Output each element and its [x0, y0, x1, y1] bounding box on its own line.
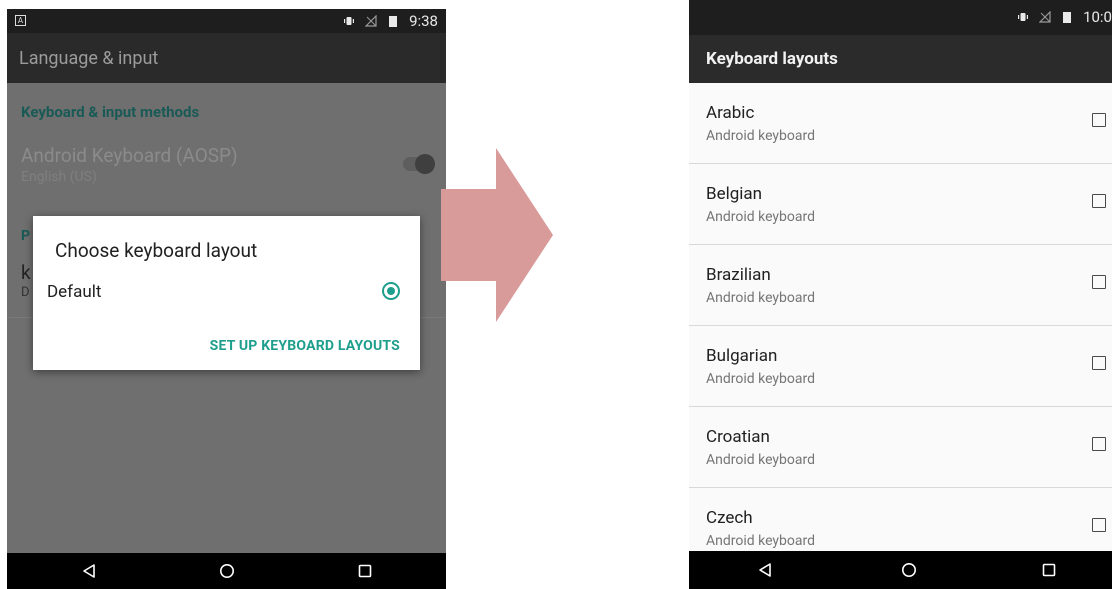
checkbox-icon[interactable]: [1092, 113, 1106, 127]
list-item[interactable]: Arabic Android keyboard: [689, 83, 1112, 164]
right-phone-screen: 10:0 Keyboard layouts Arabic Android key…: [689, 0, 1112, 589]
toolbar: Language & input: [7, 33, 446, 83]
layout-name: Czech: [706, 508, 753, 528]
checkbox-icon[interactable]: [1092, 518, 1106, 532]
layout-name: Croatian: [706, 427, 770, 447]
status-icons: 9:38: [343, 12, 438, 30]
layout-source: Android keyboard: [706, 209, 816, 225]
toolbar: Keyboard layouts: [689, 35, 1112, 83]
keyboard-toggle-knob[interactable]: [415, 154, 435, 174]
back-icon[interactable]: [81, 563, 97, 579]
checkbox-icon[interactable]: [1092, 194, 1106, 208]
section-header: Keyboard & input methods: [21, 103, 200, 121]
navigation-bar: [689, 551, 1112, 589]
back-icon[interactable]: [757, 562, 773, 578]
layout-name: Arabic: [706, 103, 755, 123]
keyboard-item-subtitle: English (US): [21, 169, 97, 185]
list-item[interactable]: Bulgarian Android keyboard: [689, 326, 1112, 407]
layout-source: Android keyboard: [706, 371, 816, 387]
no-signal-icon: [1039, 11, 1051, 23]
transition-arrow-icon: [441, 148, 553, 322]
toolbar-title: Language & input: [19, 48, 159, 69]
home-icon[interactable]: [901, 562, 917, 578]
toolbar-title: Keyboard layouts: [706, 49, 838, 69]
status-time: 10:0: [1083, 8, 1112, 26]
list-item[interactable]: Brazilian Android keyboard: [689, 245, 1112, 326]
obscured-item-title: k: [21, 261, 31, 284]
obscured-item-subtitle: D: [21, 285, 30, 300]
layout-name: Bulgarian: [706, 346, 778, 366]
recents-icon[interactable]: [357, 563, 373, 579]
layout-source: Android keyboard: [706, 128, 816, 144]
home-icon[interactable]: [219, 563, 235, 579]
navigation-bar: [7, 553, 446, 589]
status-time: 9:38: [409, 12, 438, 30]
recents-icon[interactable]: [1041, 562, 1057, 578]
default-layout-option[interactable]: Default: [47, 282, 101, 302]
notification-badge: A: [15, 15, 26, 26]
layout-source: Android keyboard: [706, 290, 816, 306]
battery-icon: [1063, 12, 1072, 23]
layout-source: Android keyboard: [706, 452, 816, 468]
setup-keyboard-layouts-button[interactable]: SET UP KEYBOARD LAYOUTS: [210, 338, 400, 354]
checkbox-icon[interactable]: [1092, 356, 1106, 370]
layout-name: Brazilian: [706, 265, 771, 285]
left-phone-screen: A 9:38 Language & input Keyboard & input…: [7, 9, 446, 589]
battery-icon: [389, 16, 398, 27]
status-bar: A 9:38: [7, 9, 446, 33]
status-icons: 10:0: [1017, 8, 1112, 26]
no-signal-icon: [365, 15, 377, 27]
layout-name: Belgian: [706, 184, 763, 204]
obscured-section-header: P: [21, 228, 31, 244]
list-item[interactable]: Croatian Android keyboard: [689, 407, 1112, 488]
vibrate-icon: [344, 17, 355, 25]
choose-layout-dialog: Choose keyboard layout Default SET UP KE…: [33, 216, 420, 370]
keyboard-layout-list: Arabic Android keyboard Belgian Android …: [689, 83, 1112, 569]
dialog-title: Choose keyboard layout: [55, 239, 258, 262]
status-bar: 10:0: [689, 0, 1112, 35]
list-item[interactable]: Belgian Android keyboard: [689, 164, 1112, 245]
radio-selected-icon[interactable]: [382, 282, 400, 300]
keyboard-item-title[interactable]: Android Keyboard (AOSP): [21, 144, 238, 167]
vibrate-icon: [1018, 13, 1029, 21]
checkbox-icon[interactable]: [1092, 275, 1106, 289]
layout-source: Android keyboard: [706, 533, 816, 549]
checkbox-icon[interactable]: [1092, 437, 1106, 451]
